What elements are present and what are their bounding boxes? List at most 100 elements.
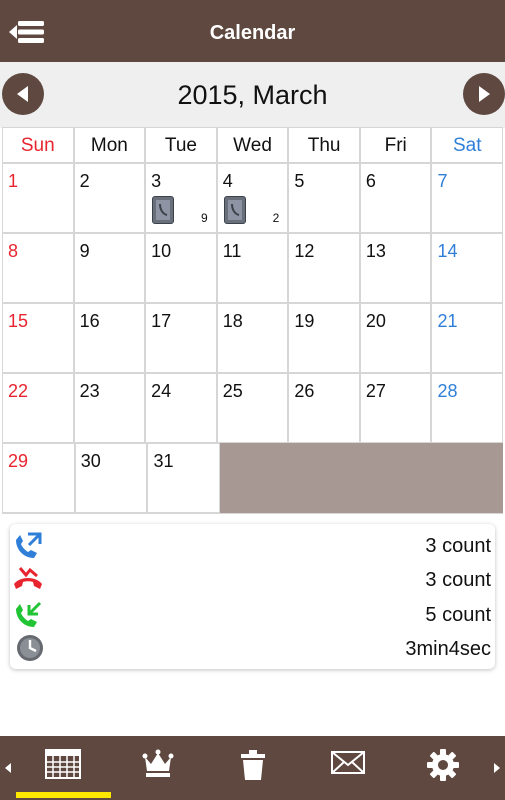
day-number: 15 bbox=[8, 311, 29, 331]
total-duration: 3min4sec bbox=[405, 638, 491, 660]
summary-row-incoming: 5 count bbox=[10, 597, 495, 631]
summary-row-duration: 3min4sec bbox=[10, 631, 495, 665]
weekday-header-row: Sun Mon Tue Wed Thu Fri Sat bbox=[2, 127, 503, 163]
day-cell[interactable]: 25 bbox=[217, 374, 288, 442]
day-number: 14 bbox=[437, 241, 458, 261]
empty-day-cell bbox=[361, 443, 433, 513]
nav-message[interactable] bbox=[303, 736, 393, 800]
day-cell[interactable]: 26 bbox=[289, 374, 359, 442]
day-number: 29 bbox=[8, 451, 29, 471]
day-number: 31 bbox=[153, 451, 174, 471]
day-number: 24 bbox=[151, 381, 172, 401]
day-number: 12 bbox=[294, 241, 315, 261]
day-cell[interactable]: 10 bbox=[146, 234, 216, 302]
empty-day-cell bbox=[220, 443, 291, 513]
day-cell[interactable]: 15 bbox=[3, 304, 73, 372]
calendar-week-row: 29 30 31 bbox=[2, 443, 504, 513]
day-cell[interactable]: 9 bbox=[74, 234, 145, 302]
nav-settings[interactable] bbox=[398, 736, 488, 800]
settings-icon bbox=[427, 749, 459, 781]
nav-delete[interactable] bbox=[208, 736, 298, 800]
chevron-right-icon bbox=[479, 86, 490, 102]
day-cell[interactable]: 27 bbox=[360, 374, 431, 442]
calendar-icon bbox=[45, 749, 81, 779]
day-number: 1 bbox=[8, 171, 19, 191]
incoming-call-icon bbox=[10, 599, 46, 629]
outgoing-call-icon bbox=[10, 530, 46, 560]
day-cell[interactable]: 28 bbox=[432, 374, 503, 442]
day-number: 28 bbox=[437, 381, 458, 401]
day-cell[interactable]: 19 bbox=[289, 304, 359, 372]
day-cell[interactable]: 24 bbox=[146, 374, 216, 442]
day-call-count: 9 bbox=[201, 211, 208, 225]
calendar-week-row: 22 23 24 25 26 27 28 bbox=[2, 373, 503, 443]
day-cell[interactable]: 21 bbox=[432, 304, 503, 372]
day-cell[interactable]: 31 bbox=[148, 444, 220, 512]
day-cell[interactable]: 30 bbox=[75, 444, 147, 512]
nav-calendar[interactable] bbox=[18, 736, 108, 800]
day-number: 2 bbox=[79, 171, 90, 191]
day-cell[interactable]: 16 bbox=[74, 304, 145, 372]
day-cell[interactable]: 7 bbox=[432, 164, 503, 232]
top-app-bar: Calendar bbox=[0, 0, 505, 62]
bottom-navigation bbox=[0, 736, 505, 800]
day-number: 6 bbox=[365, 171, 376, 191]
day-number: 23 bbox=[79, 381, 100, 401]
weekday-header-0: Sun bbox=[3, 128, 73, 162]
day-number: 21 bbox=[437, 311, 458, 331]
month-title: 2015, March bbox=[177, 80, 328, 110]
day-cell[interactable]: 13 bbox=[360, 234, 431, 302]
calendar-grid: Sun Mon Tue Wed Thu Fri Sat 1 2 3 9 4 2 5 6 7 8 9 10 11 12 1… bbox=[2, 127, 504, 514]
day-cell[interactable]: 2 bbox=[74, 164, 145, 232]
day-cell[interactable]: 5 bbox=[289, 164, 359, 232]
day-number: 30 bbox=[80, 451, 101, 471]
day-number: 9 bbox=[79, 241, 90, 261]
summary-row-outgoing: 3 count bbox=[10, 528, 495, 562]
day-cell[interactable]: 18 bbox=[217, 304, 288, 372]
clock-icon bbox=[10, 633, 46, 663]
calendar-weeks: 1 2 3 9 4 2 5 6 7 8 9 10 11 12 13 14 15 16 17 18 19 20 21 22 23 2… bbox=[2, 163, 504, 514]
day-number: 13 bbox=[365, 241, 386, 261]
calendar-week-row: 123942567 bbox=[2, 163, 503, 233]
scroll-left-icon[interactable] bbox=[4, 762, 12, 774]
day-cell[interactable]: 14 bbox=[432, 234, 503, 302]
day-number: 18 bbox=[222, 311, 243, 331]
calendar-week-row: 8 9 10 11 12 13 14 bbox=[2, 233, 503, 303]
previous-month-button[interactable] bbox=[2, 73, 44, 115]
scroll-right-icon[interactable] bbox=[493, 762, 501, 774]
day-number: 17 bbox=[151, 311, 172, 331]
day-number: 8 bbox=[8, 241, 19, 261]
day-number: 3 bbox=[151, 171, 162, 191]
day-number: 11 bbox=[222, 241, 242, 261]
day-number: 20 bbox=[365, 311, 386, 331]
day-number: 25 bbox=[222, 381, 243, 401]
day-cell[interactable]: 39 bbox=[146, 164, 216, 232]
outgoing-count: 3 count bbox=[425, 535, 491, 557]
day-cell[interactable]: 1 bbox=[3, 164, 73, 232]
day-cell[interactable]: 8 bbox=[3, 234, 73, 302]
phone-log-icon bbox=[152, 196, 175, 224]
call-summary-panel: 3 count 3 count 5 count 3min4sec bbox=[10, 524, 495, 669]
phone-log-icon bbox=[223, 196, 246, 224]
day-call-count: 2 bbox=[272, 211, 280, 225]
day-cell[interactable]: 29 bbox=[3, 444, 74, 512]
day-cell[interactable]: 23 bbox=[74, 374, 145, 442]
nav-ranking[interactable] bbox=[113, 736, 203, 800]
day-cell[interactable]: 20 bbox=[360, 304, 431, 372]
chevron-left-icon bbox=[17, 86, 28, 102]
day-number: 4 bbox=[222, 171, 233, 191]
empty-day-cell bbox=[290, 443, 362, 513]
next-month-button[interactable] bbox=[463, 73, 505, 115]
day-number: 16 bbox=[79, 311, 100, 331]
weekday-header-4: Thu bbox=[289, 128, 359, 162]
day-cell[interactable]: 11 bbox=[217, 234, 288, 302]
day-number: 22 bbox=[8, 381, 29, 401]
day-cell[interactable]: 6 bbox=[360, 164, 431, 232]
weekday-header-1: Mon bbox=[74, 128, 145, 162]
day-cell[interactable]: 22 bbox=[3, 374, 73, 442]
day-cell[interactable]: 42 bbox=[217, 164, 288, 232]
summary-row-missed: 3 count bbox=[10, 562, 495, 596]
active-tab-indicator bbox=[16, 792, 111, 798]
day-cell[interactable]: 17 bbox=[146, 304, 216, 372]
day-cell[interactable]: 12 bbox=[289, 234, 359, 302]
